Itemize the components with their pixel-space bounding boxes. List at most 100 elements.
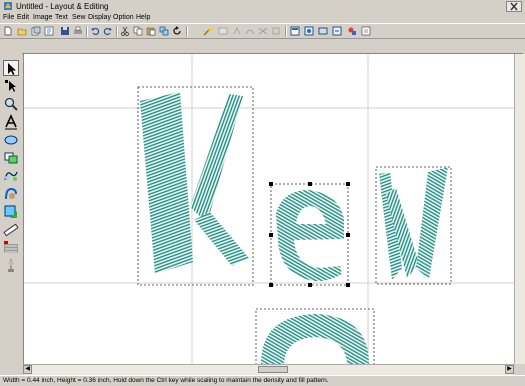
stitch-shape-tool[interactable] (3, 204, 19, 220)
image-button[interactable] (218, 26, 228, 36)
redo-icon (103, 27, 112, 36)
scroll-thumb[interactable] (258, 366, 288, 373)
pattern-tool[interactable] (3, 240, 19, 256)
toolbar-separator (285, 26, 287, 37)
manual-punch-tool[interactable] (3, 186, 19, 202)
letter-k[interactable] (137, 86, 254, 286)
outline-shape-icon (4, 171, 18, 181)
duplicate-button[interactable] (159, 26, 169, 36)
zoom-icon (4, 97, 18, 111)
stitch-icon (258, 27, 268, 35)
outline-shape-tool[interactable] (3, 168, 19, 184)
letter-k-stem (140, 92, 193, 274)
undo-button[interactable] (90, 26, 100, 36)
copy-button[interactable] (133, 26, 143, 36)
status-text: Width = 0.44 inch, Height = 0.36 inch, H… (3, 377, 329, 384)
point-edit-tool[interactable] (3, 78, 19, 94)
save-button[interactable] (60, 26, 70, 36)
trace-button[interactable] (245, 26, 255, 36)
measure-icon (3, 223, 19, 237)
menu-edit[interactable]: Edit (17, 14, 29, 21)
undo-icon (91, 27, 100, 36)
preview-button[interactable] (304, 26, 314, 36)
text-icon (5, 114, 17, 130)
new-icon (4, 26, 12, 36)
design-center-button[interactable] (332, 26, 342, 36)
vertical-scrollbar[interactable] (514, 54, 525, 364)
paste-icon (146, 27, 156, 36)
design-canvas[interactable] (23, 54, 515, 364)
close-icon (510, 2, 518, 11)
toolbar-separator (86, 26, 88, 37)
grid-lines (24, 54, 515, 364)
print-button[interactable] (73, 26, 83, 36)
options-icon (348, 27, 356, 35)
text-tool[interactable] (3, 114, 19, 130)
manual-punch-icon (5, 187, 17, 200)
close-button[interactable] (506, 1, 522, 12)
settings-button[interactable] (271, 26, 281, 36)
embroidery-tool[interactable] (3, 258, 19, 274)
point-edit-icon (5, 80, 16, 92)
duplicate-icon (159, 26, 169, 36)
hoop-icon (318, 27, 328, 35)
design-area (24, 54, 515, 364)
chevron-right-icon: ▶ (507, 366, 512, 372)
horizontal-scrollbar[interactable]: ◀ ▶ (23, 364, 514, 375)
ruler-top (22, 41, 523, 54)
measure-tool[interactable] (3, 222, 19, 238)
menu-sew[interactable]: Sew (72, 14, 86, 21)
wizard-button[interactable] (203, 26, 213, 36)
letter-k-arm (190, 94, 243, 223)
options-button[interactable] (347, 26, 357, 36)
select-tool[interactable] (3, 60, 19, 76)
hoop-button[interactable] (318, 26, 328, 36)
import-button[interactable] (31, 26, 41, 36)
cut-icon (121, 26, 129, 36)
trace-icon (245, 29, 255, 35)
zoom-tool[interactable] (3, 96, 19, 112)
menu-option[interactable]: Option (113, 14, 134, 21)
status-bar: Width = 0.44 inch, Height = 0.36 inch, H… (0, 375, 525, 386)
letter-k-leg (194, 212, 249, 266)
menu-image[interactable]: Image (33, 14, 52, 21)
paste-button[interactable] (146, 26, 156, 36)
image-icon (218, 27, 228, 35)
letter-o[interactable] (255, 308, 375, 364)
rotate-button[interactable] (172, 26, 182, 36)
cut-button[interactable] (120, 26, 130, 36)
preview-icon (304, 26, 314, 36)
embroidery-icon (8, 259, 14, 272)
rectangle-icon (4, 152, 18, 164)
pattern-icon (4, 241, 18, 253)
new-button[interactable] (3, 26, 13, 36)
ellipse-tool[interactable] (3, 132, 19, 148)
letter-o-fill (261, 314, 369, 364)
settings-icon (272, 27, 280, 35)
view-icon (290, 26, 300, 36)
letter-n-right-stroke (416, 167, 448, 279)
toolbar-separator (116, 26, 118, 37)
menu-text[interactable]: Text (55, 14, 68, 21)
property-button[interactable] (361, 26, 371, 36)
redo-button[interactable] (103, 26, 113, 36)
outline-button[interactable] (232, 26, 242, 36)
select-icon (8, 63, 16, 75)
chevron-left-icon: ◀ (25, 366, 30, 372)
menu-file[interactable]: File (3, 14, 14, 21)
letter-n[interactable] (375, 166, 452, 285)
scroll-right-arrow[interactable]: ▶ (505, 365, 514, 374)
view-button[interactable] (290, 26, 300, 36)
stitch-button[interactable] (258, 26, 268, 36)
letter-e[interactable] (269, 182, 350, 287)
main-toolbar (0, 23, 525, 39)
menu-help[interactable]: Help (136, 14, 150, 21)
template-button[interactable] (44, 26, 54, 36)
rectangle-tool[interactable] (3, 150, 19, 166)
app-icon (4, 2, 12, 10)
property-icon (361, 26, 371, 36)
scroll-left-arrow[interactable]: ◀ (23, 365, 32, 374)
open-button[interactable] (17, 26, 27, 36)
menu-display[interactable]: Display (88, 14, 111, 21)
save-icon (61, 27, 69, 35)
